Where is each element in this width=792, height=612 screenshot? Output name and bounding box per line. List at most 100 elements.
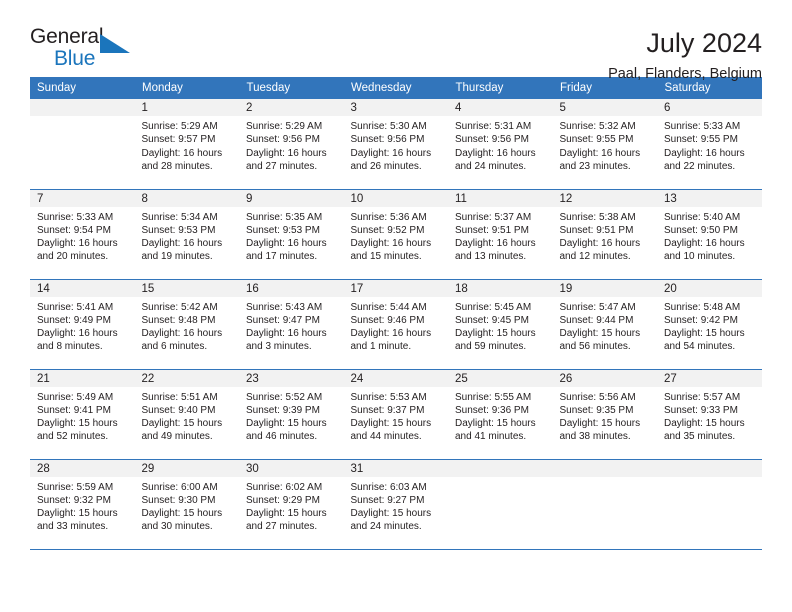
- day-number: 26: [552, 369, 657, 387]
- calendar-day-cell[interactable]: 3 Sunrise: 5:30 AM Sunset: 9:56 PM Daylight…: [343, 99, 448, 190]
- calendar-day-cell[interactable]: 10 Sunrise: 5:36 AM Sunset: 9:52 PM Dayligh…: [343, 189, 448, 280]
- day-number: 27: [657, 369, 762, 387]
- day-cell-inner: 15 Sunrise: 5:42 AM Sunset: 9:48 PM Dayligh…: [134, 279, 240, 368]
- calendar-body: 1 Sunrise: 5:29 AM Sunset: 9:57 PM Daylight…: [30, 99, 762, 550]
- calendar-day-cell[interactable]: 5 Sunrise: 5:32 AM Sunset: 9:55 PM Daylight…: [552, 99, 658, 190]
- day-details: Sunrise: 5:44 AM Sunset: 9:46 PM Daylight:…: [344, 297, 449, 354]
- calendar-day-cell[interactable]: 1 Sunrise: 5:29 AM Sunset: 9:57 PM Daylight…: [134, 99, 240, 190]
- calendar-day-cell[interactable]: 18 Sunrise: 5:45 AM Sunset: 9:45 PM Dayligh…: [448, 279, 553, 370]
- sunset-text: Sunset: 9:41 PM: [37, 404, 111, 416]
- day-cell-inner: 7 Sunrise: 5:33 AM Sunset: 9:54 PM Daylight…: [30, 189, 135, 278]
- sunset-text: Sunset: 9:27 PM: [350, 494, 425, 506]
- day-cell-inner: 4 Sunrise: 5:31 AM Sunset: 9:56 PM Daylight…: [448, 99, 553, 187]
- day-cell-inner: 31 Sunrise: 6:03 AM Sunset: 9:27 PM Dayligh…: [343, 459, 449, 548]
- sunrise-text: Sunrise: 5:57 AM: [664, 391, 741, 403]
- calendar-day-cell[interactable]: 29 Sunrise: 6:00 AM Sunset: 9:30 PM Dayligh…: [134, 459, 240, 550]
- calendar-day-cell[interactable]: 2 Sunrise: 5:29 AM Sunset: 9:56 PM Daylight…: [239, 99, 344, 190]
- sunset-text: Sunset: 9:30 PM: [141, 494, 216, 506]
- daylight-text: Daylight: 15 hours and 59 minutes.: [455, 328, 536, 353]
- sunrise-text: Sunrise: 5:37 AM: [455, 211, 532, 223]
- sunset-text: Sunset: 9:55 PM: [559, 134, 634, 146]
- day-cell-inner: 5 Sunrise: 5:32 AM Sunset: 9:55 PM Daylight…: [552, 99, 658, 187]
- page-title: July 2024: [646, 28, 762, 58]
- day-number: 23: [239, 369, 344, 387]
- sunrise-text: Sunrise: 5:52 AM: [246, 391, 323, 403]
- calendar-day-cell[interactable]: 21 Sunrise: 5:49 AM Sunset: 9:41 PM Dayligh…: [30, 369, 135, 460]
- day-details: Sunrise: 6:00 AM Sunset: 9:30 PM Daylight:…: [135, 477, 240, 534]
- daylight-text: Daylight: 16 hours and 6 minutes.: [141, 328, 223, 353]
- calendar-day-cell[interactable]: 16 Sunrise: 5:43 AM Sunset: 9:47 PM Dayligh…: [239, 279, 344, 370]
- calendar-day-cell[interactable]: 11 Sunrise: 5:37 AM Sunset: 9:51 PM Dayligh…: [448, 189, 553, 280]
- day-details: Sunrise: 5:32 AM Sunset: 9:55 PM Daylight:…: [553, 116, 658, 173]
- day-cell-inner: 16 Sunrise: 5:43 AM Sunset: 9:47 PM Dayligh…: [239, 279, 344, 368]
- calendar-day-cell[interactable]: 17 Sunrise: 5:44 AM Sunset: 9:46 PM Dayligh…: [343, 279, 449, 370]
- daylight-text: Daylight: 16 hours and 15 minutes.: [350, 238, 432, 263]
- calendar-day-cell[interactable]: 14 Sunrise: 5:41 AM Sunset: 9:49 PM Dayligh…: [30, 279, 135, 370]
- day-number: 1: [134, 99, 239, 116]
- calendar-day-cell[interactable]: 7 Sunrise: 5:33 AM Sunset: 9:54 PM Daylight…: [30, 189, 135, 280]
- sunset-text: Sunset: 9:36 PM: [455, 404, 529, 416]
- sunset-text: Sunset: 9:40 PM: [141, 404, 216, 416]
- day-details: Sunrise: 5:45 AM Sunset: 9:45 PM Daylight:…: [448, 297, 553, 354]
- calendar-week-row: 21 Sunrise: 5:49 AM Sunset: 9:41 PM Dayligh…: [30, 369, 762, 460]
- calendar-week-row: 1 Sunrise: 5:29 AM Sunset: 9:57 PM Daylight…: [30, 99, 762, 190]
- day-cell-inner: [448, 459, 553, 548]
- calendar-day-cell[interactable]: 25 Sunrise: 5:55 AM Sunset: 9:36 PM Dayligh…: [448, 369, 553, 460]
- daylight-text: Daylight: 16 hours and 8 minutes.: [37, 328, 118, 353]
- sunset-text: Sunset: 9:33 PM: [664, 404, 738, 416]
- day-number: 5: [552, 99, 657, 116]
- calendar-day-cell[interactable]: 9 Sunrise: 5:35 AM Sunset: 9:53 PM Daylight…: [239, 189, 344, 280]
- calendar-day-cell[interactable]: 20 Sunrise: 5:48 AM Sunset: 9:42 PM Dayligh…: [657, 279, 762, 370]
- calendar-day-cell[interactable]: 27 Sunrise: 5:57 AM Sunset: 9:33 PM Dayligh…: [657, 369, 762, 460]
- day-number: 3: [343, 99, 448, 116]
- sunrise-text: Sunrise: 6:02 AM: [246, 481, 323, 493]
- calendar-day-cell[interactable]: 28 Sunrise: 5:59 AM Sunset: 9:32 PM Dayligh…: [30, 459, 135, 550]
- calendar-day-cell[interactable]: 26 Sunrise: 5:56 AM Sunset: 9:35 PM Dayligh…: [552, 369, 657, 460]
- daylight-text: Daylight: 16 hours and 26 minutes.: [350, 147, 432, 172]
- sunrise-text: Sunrise: 5:47 AM: [559, 301, 636, 313]
- calendar-day-cell[interactable]: 6 Sunrise: 5:33 AM Sunset: 9:55 PM Daylight…: [657, 99, 762, 190]
- daylight-text: Daylight: 16 hours and 17 minutes.: [246, 238, 327, 263]
- daylight-text: Daylight: 16 hours and 23 minutes.: [559, 147, 641, 172]
- calendar-day-cell[interactable]: 31 Sunrise: 6:03 AM Sunset: 9:27 PM Dayligh…: [343, 459, 449, 550]
- calendar-day-cell[interactable]: 12 Sunrise: 5:38 AM Sunset: 9:51 PM Dayligh…: [552, 189, 657, 280]
- day-number: 8: [134, 189, 239, 207]
- day-details: Sunrise: 5:34 AM Sunset: 9:53 PM Daylight:…: [135, 207, 240, 264]
- daylight-text: Daylight: 15 hours and 41 minutes.: [455, 418, 536, 443]
- calendar-week-row: 28 Sunrise: 5:59 AM Sunset: 9:32 PM Dayligh…: [30, 459, 762, 550]
- page-subtitle: Paal, Flanders, Belgium: [608, 66, 762, 83]
- daylight-text: Daylight: 15 hours and 38 minutes.: [559, 418, 641, 443]
- calendar-day-cell[interactable]: 22 Sunrise: 5:51 AM Sunset: 9:40 PM Dayligh…: [134, 369, 239, 460]
- day-number: 20: [657, 279, 762, 297]
- calendar-day-cell[interactable]: 8 Sunrise: 5:34 AM Sunset: 9:53 PM Daylight…: [134, 189, 240, 280]
- calendar-day-cell[interactable]: 24 Sunrise: 5:53 AM Sunset: 9:37 PM Dayligh…: [343, 369, 448, 460]
- calendar-day-cell[interactable]: 30 Sunrise: 6:02 AM Sunset: 9:29 PM Dayligh…: [239, 459, 344, 550]
- day-details: Sunrise: 5:42 AM Sunset: 9:48 PM Daylight:…: [135, 297, 240, 354]
- calendar-day-cell[interactable]: 19 Sunrise: 5:47 AM Sunset: 9:44 PM Dayligh…: [552, 279, 657, 370]
- day-number: 12: [552, 189, 657, 207]
- calendar-day-cell[interactable]: 23 Sunrise: 5:52 AM Sunset: 9:39 PM Dayligh…: [239, 369, 344, 460]
- daylight-text: Daylight: 16 hours and 28 minutes.: [141, 147, 223, 172]
- day-cell-inner: [552, 459, 657, 548]
- day-number: 7: [30, 189, 135, 207]
- calendar-day-cell[interactable]: 15 Sunrise: 5:42 AM Sunset: 9:48 PM Dayligh…: [134, 279, 240, 370]
- sunset-text: Sunset: 9:51 PM: [559, 224, 634, 236]
- calendar-week-row: 7 Sunrise: 5:33 AM Sunset: 9:54 PM Daylight…: [30, 189, 762, 280]
- day-number: 10: [343, 189, 448, 207]
- day-number: 15: [134, 279, 239, 297]
- day-number: 28: [30, 459, 135, 477]
- day-details: Sunrise: 6:03 AM Sunset: 9:27 PM Daylight:…: [344, 477, 449, 534]
- daylight-text: Daylight: 15 hours and 46 minutes.: [246, 418, 327, 443]
- calendar-day-cell[interactable]: 13 Sunrise: 5:40 AM Sunset: 9:50 PM Dayligh…: [657, 189, 762, 280]
- day-cell-inner: 27 Sunrise: 5:57 AM Sunset: 9:33 PM Dayligh…: [657, 369, 762, 458]
- general-blue-logo: General Blue: [30, 26, 150, 74]
- calendar-day-cell[interactable]: 4 Sunrise: 5:31 AM Sunset: 9:56 PM Daylight…: [448, 99, 553, 190]
- day-cell-inner: 1 Sunrise: 5:29 AM Sunset: 9:57 PM Daylight…: [134, 99, 240, 187]
- day-number: 22: [134, 369, 239, 387]
- day-cell-inner: 6 Sunrise: 5:33 AM Sunset: 9:55 PM Daylight…: [657, 99, 762, 187]
- day-details: Sunrise: 5:29 AM Sunset: 9:57 PM Daylight:…: [135, 116, 240, 173]
- sunset-text: Sunset: 9:53 PM: [246, 224, 320, 236]
- sunrise-text: Sunrise: 5:48 AM: [664, 301, 741, 313]
- logo-triangle-icon: [100, 34, 130, 53]
- sunrise-text: Sunrise: 5:33 AM: [664, 121, 741, 132]
